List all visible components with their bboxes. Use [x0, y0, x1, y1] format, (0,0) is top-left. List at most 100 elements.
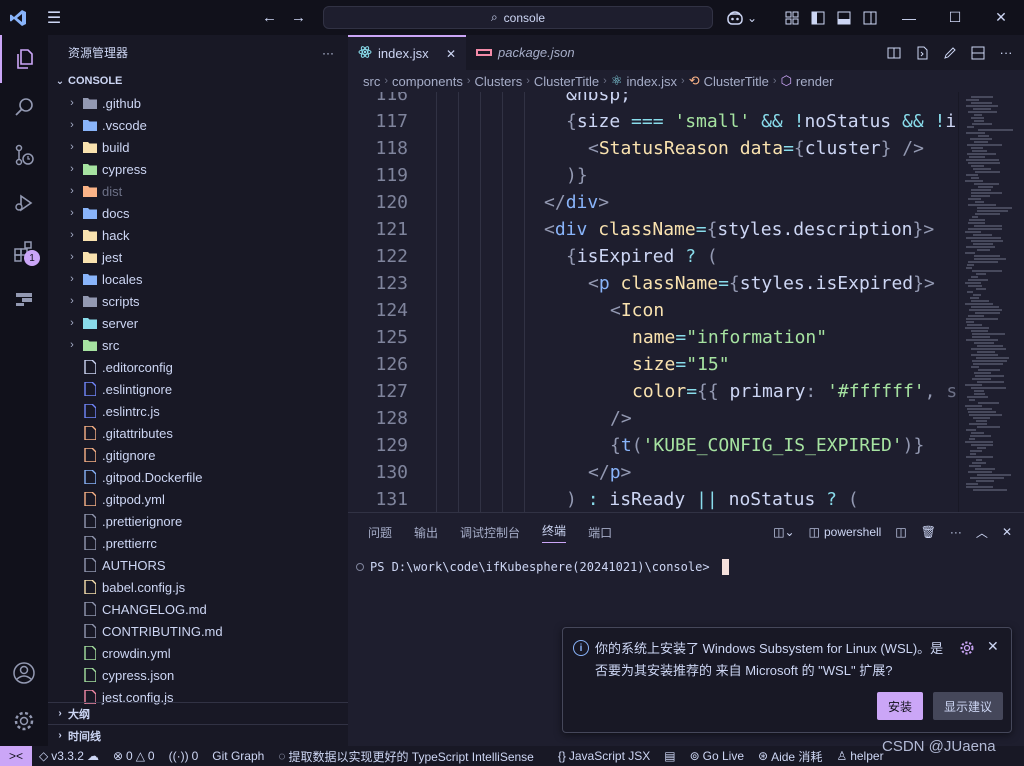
- maximize-button[interactable]: ☐: [932, 0, 978, 35]
- file-item[interactable]: AUTHORS: [48, 554, 348, 576]
- folder-item[interactable]: › build: [48, 136, 348, 158]
- file-item[interactable]: CHANGELOG.md: [48, 598, 348, 620]
- file-item[interactable]: CONTRIBUTING.md: [48, 620, 348, 642]
- source-control-icon[interactable]: [0, 131, 48, 179]
- forward-arrow-icon[interactable]: →: [291, 9, 306, 26]
- folder-item[interactable]: › docs: [48, 202, 348, 224]
- show-recommendations-button[interactable]: 显示建议: [933, 692, 1003, 720]
- folder-item[interactable]: › hack: [48, 224, 348, 246]
- kill-terminal-icon[interactable]: 🗑: [921, 525, 936, 539]
- workspace-section[interactable]: ⌄ CONSOLE: [48, 70, 348, 92]
- folder-item[interactable]: › cypress: [48, 158, 348, 180]
- remote-explorer-status-icon[interactable]: ▤: [657, 749, 682, 763]
- file-item[interactable]: .editorconfig: [48, 356, 348, 378]
- file-item[interactable]: .eslintrc.js: [48, 400, 348, 422]
- tab-package-json[interactable]: package.json: [466, 35, 584, 70]
- more-actions-icon[interactable]: ···: [998, 45, 1014, 61]
- breadcrumb-item[interactable]: components: [392, 74, 463, 89]
- settings-gear-icon[interactable]: [0, 697, 48, 745]
- folder-icon: [82, 205, 98, 221]
- extensions-icon[interactable]: 1: [0, 227, 48, 275]
- version-status[interactable]: ◇ v3.3.2 ☁: [32, 749, 106, 763]
- file-item[interactable]: crowdin.yml: [48, 642, 348, 664]
- folder-item[interactable]: › .github: [48, 92, 348, 114]
- explorer-icon[interactable]: [0, 35, 48, 83]
- outline-section[interactable]: › 大纲: [48, 702, 348, 724]
- breadcrumb-item[interactable]: ClusterTitle: [534, 74, 599, 89]
- remote-indicator[interactable]: ><: [0, 746, 32, 766]
- tab-output[interactable]: 输出: [414, 524, 438, 541]
- copilot-button[interactable]: ⌄: [726, 0, 757, 35]
- install-button[interactable]: 安装: [877, 692, 923, 720]
- folder-item[interactable]: › jest: [48, 246, 348, 268]
- folder-item[interactable]: › scripts: [48, 290, 348, 312]
- terminal-prompt-line[interactable]: PS D:\work\code\ifKubesphere(20241021)\c…: [356, 559, 729, 575]
- tab-problems[interactable]: 问题: [368, 524, 392, 541]
- file-item[interactable]: .eslintignore: [48, 378, 348, 400]
- settings-gear-icon[interactable]: [959, 640, 975, 659]
- customize-layout-icon[interactable]: [784, 10, 800, 26]
- open-preview-icon[interactable]: [886, 45, 902, 61]
- file-item[interactable]: cypress.json: [48, 664, 348, 686]
- timeline-section[interactable]: › 时间线: [48, 724, 348, 746]
- terminal-layout-icon[interactable]: ◫⌄: [773, 525, 794, 539]
- maximize-panel-icon[interactable]: ︿: [976, 524, 988, 541]
- breadcrumb-item[interactable]: Clusters: [475, 74, 523, 89]
- code-line: 118 <StatusReason data={cluster} />: [375, 138, 924, 159]
- file-item[interactable]: .gitattributes: [48, 422, 348, 444]
- file-item[interactable]: .gitpod.yml: [48, 488, 348, 510]
- typescript-status[interactable]: ◌ 提取数据以实现更好的 TypeScript IntelliSense: [271, 748, 541, 765]
- remote-explorer-icon[interactable]: [0, 275, 48, 323]
- close-notification-icon[interactable]: ✕: [987, 638, 999, 655]
- edit-pencil-icon[interactable]: [942, 45, 958, 61]
- command-center-search[interactable]: ⌕ console: [323, 6, 713, 29]
- problems-status[interactable]: ⊗ 0 △ 0: [106, 749, 162, 763]
- tab-debug-console[interactable]: 调试控制台: [460, 524, 520, 541]
- minimap-line: [967, 408, 992, 410]
- more-actions-icon[interactable]: ···: [950, 525, 962, 539]
- folder-item[interactable]: › .vscode: [48, 114, 348, 136]
- folder-item[interactable]: › src: [48, 334, 348, 356]
- close-tab-icon[interactable]: ✕: [446, 47, 456, 61]
- split-editor-icon[interactable]: [970, 45, 986, 61]
- go-live-button[interactable]: ⊚ Go Live: [683, 749, 751, 763]
- file-item[interactable]: .prettierignore: [48, 510, 348, 532]
- file-item[interactable]: babel.config.js: [48, 576, 348, 598]
- chevron-right-icon: ›: [384, 75, 389, 87]
- toggle-sidebar-icon[interactable]: [810, 10, 826, 26]
- minimize-button[interactable]: —: [886, 0, 932, 35]
- run-debug-icon[interactable]: [0, 179, 48, 227]
- menu-icon[interactable]: ☰: [36, 0, 72, 35]
- tab-terminal[interactable]: 终端: [542, 522, 567, 543]
- minimap-line: [975, 171, 1000, 173]
- folder-item[interactable]: › dist: [48, 180, 348, 202]
- tab-index-jsx[interactable]: index.jsx ✕: [348, 35, 466, 70]
- search-view-icon[interactable]: [0, 83, 48, 131]
- toggle-secondary-sidebar-icon[interactable]: [862, 10, 878, 26]
- code-editor[interactable]: 116 &nbsp; 117 {size === 'small' && !noSta…: [348, 92, 958, 512]
- account-icon[interactable]: [0, 649, 48, 697]
- folder-item[interactable]: › server: [48, 312, 348, 334]
- ports-status[interactable]: ((·)) 0: [162, 749, 206, 763]
- toggle-panel-icon[interactable]: [836, 10, 852, 26]
- file-item[interactable]: .gitignore: [48, 444, 348, 466]
- file-item[interactable]: .gitpod.Dockerfile: [48, 466, 348, 488]
- breadcrumb-item[interactable]: render: [796, 74, 834, 89]
- open-changes-icon[interactable]: [914, 45, 930, 61]
- minimap[interactable]: [958, 92, 1024, 512]
- folder-item[interactable]: › locales: [48, 268, 348, 290]
- file-item[interactable]: .prettierrc: [48, 532, 348, 554]
- more-actions-icon[interactable]: ···: [322, 46, 334, 60]
- close-panel-icon[interactable]: ✕: [1002, 525, 1012, 539]
- breadcrumb-item[interactable]: src: [363, 74, 380, 89]
- split-terminal-icon[interactable]: ◫: [895, 525, 906, 539]
- breadcrumb-item[interactable]: index.jsx: [626, 74, 677, 89]
- breadcrumb-item[interactable]: ClusterTitle: [704, 74, 769, 89]
- terminal-shell-selector[interactable]: ◫ powershell: [809, 525, 882, 539]
- tab-ports[interactable]: 端口: [588, 524, 612, 541]
- back-arrow-icon[interactable]: ←: [262, 9, 277, 26]
- close-window-button[interactable]: ✕: [978, 0, 1024, 35]
- aide-status[interactable]: ⊛ Aide 消耗: [751, 748, 829, 765]
- git-graph-button[interactable]: Git Graph: [205, 749, 271, 763]
- language-mode[interactable]: {} JavaScript JSX: [551, 749, 657, 763]
